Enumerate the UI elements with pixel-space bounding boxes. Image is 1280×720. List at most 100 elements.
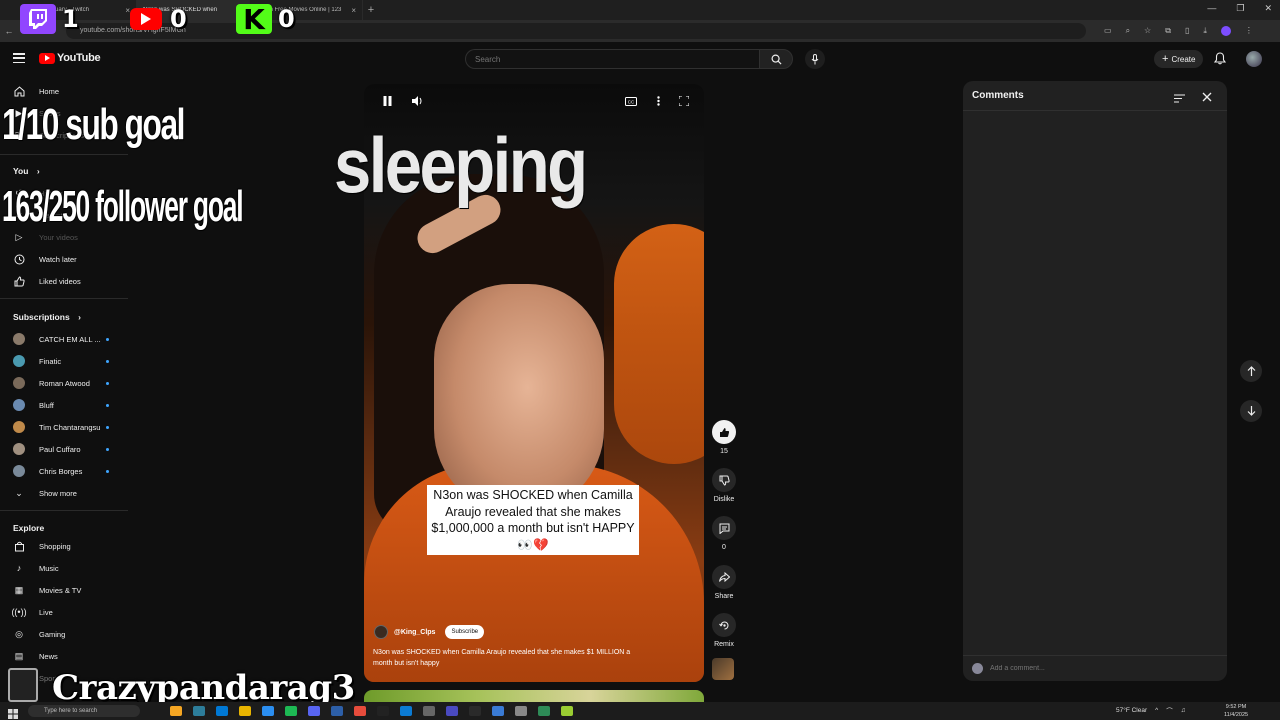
channel-name[interactable]: @King_Clps xyxy=(394,629,435,636)
taskbar-app-icon[interactable] xyxy=(423,706,435,716)
subscription-item[interactable]: Tim Chantarangsu xyxy=(0,416,128,438)
taskbar-search-input[interactable]: Type here to search xyxy=(28,705,140,717)
video-description[interactable]: N3on was SHOCKED when Camilla Araujo rev… xyxy=(373,648,633,669)
music-note-icon: ♪ xyxy=(16,563,22,573)
next-short-button[interactable] xyxy=(1240,400,1262,422)
remix-button[interactable] xyxy=(712,613,736,637)
clock-time: 9:52 PM xyxy=(1225,704,1247,710)
notifications-bell-icon[interactable] xyxy=(1213,52,1227,70)
sound-thumbnail[interactable] xyxy=(712,658,734,680)
more-options-icon[interactable] xyxy=(651,94,665,108)
sidebar-item-shopping[interactable]: Shopping xyxy=(0,535,128,557)
subscriptions-heading[interactable]: Subscriptions › xyxy=(13,312,81,322)
screen: youSoni tuary - Twitch × N3on was SHOCKE… xyxy=(0,0,1280,720)
extensions-icon[interactable]: ⧉ xyxy=(1165,26,1171,36)
taskbar-app-icon[interactable] xyxy=(446,706,458,716)
comments-button[interactable] xyxy=(712,516,736,540)
search-button[interactable] xyxy=(759,49,793,69)
sidebar-item-home[interactable]: Home xyxy=(0,80,128,102)
taskbar-app-icon[interactable] xyxy=(308,706,320,716)
you-heading[interactable]: You › xyxy=(13,166,40,176)
remix-label: Remix xyxy=(714,641,734,648)
taskbar-app-icon[interactable] xyxy=(262,706,274,716)
windows-start-icon[interactable] xyxy=(8,706,18,720)
volume-icon[interactable] xyxy=(411,94,425,108)
taskbar-app-icon[interactable] xyxy=(170,706,182,716)
browser-menu-icon[interactable]: ⋮ xyxy=(1245,26,1253,36)
bookmark-star-icon[interactable]: ☆ xyxy=(1144,26,1151,36)
pause-icon[interactable] xyxy=(380,94,394,108)
cast-icon[interactable]: ▭ xyxy=(1104,26,1112,36)
youtube-logo[interactable]: YouTube xyxy=(39,52,101,64)
subscription-item[interactable]: CATCH EM ALL ... xyxy=(0,328,128,350)
sidebar-divider xyxy=(0,510,128,511)
sidebar-item-news[interactable]: ▤ News xyxy=(0,645,128,667)
taskbar-app-icon[interactable] xyxy=(193,706,205,716)
subscription-item[interactable]: Chris Borges xyxy=(0,460,128,482)
speaker-icon[interactable]: ♫ xyxy=(1181,707,1186,714)
sidebar-item-movies[interactable]: ▦ Movies & TV xyxy=(0,579,128,601)
subscription-label: Roman Atwood xyxy=(39,378,90,388)
sidebar-item-liked-videos[interactable]: Liked videos xyxy=(0,270,128,292)
search-input[interactable] xyxy=(465,49,759,69)
taskbar-clock[interactable]: 9:52 PM 11/4/2025 xyxy=(1224,703,1248,719)
taskbar-app-icon[interactable] xyxy=(377,706,389,716)
taskbar-app-icon[interactable] xyxy=(400,706,412,716)
youtube-wordmark: YouTube xyxy=(57,52,101,64)
fullscreen-icon[interactable] xyxy=(677,94,691,108)
explore-heading: Explore xyxy=(13,523,45,533)
taskbar-app-icon[interactable] xyxy=(216,706,228,716)
minimize-icon[interactable]: — xyxy=(1207,3,1216,14)
subscription-item[interactable]: Bluff xyxy=(0,394,128,416)
channel-avatar xyxy=(13,355,25,367)
network-icon[interactable]: ⌒ xyxy=(1166,705,1173,715)
subscription-item[interactable]: Roman Atwood xyxy=(0,372,128,394)
sidebar-item-watch-later[interactable]: Watch later xyxy=(0,248,128,270)
voice-search-button[interactable] xyxy=(805,49,825,69)
sidebar-item-live[interactable]: ((•)) Live xyxy=(0,601,128,623)
share-button[interactable] xyxy=(712,565,736,589)
profile-icon[interactable] xyxy=(1220,26,1231,36)
create-button[interactable]: + Create xyxy=(1154,50,1204,68)
channel-avatar[interactable] xyxy=(374,625,388,639)
tab-close-icon[interactable]: × xyxy=(351,6,356,15)
captions-icon[interactable]: CC xyxy=(624,94,638,108)
taskbar-app-icon[interactable] xyxy=(515,706,527,716)
download-icon[interactable]: ⤓ xyxy=(1203,26,1207,36)
dislike-button[interactable] xyxy=(712,468,736,492)
url-field[interactable]: youtube.com/shorts/VHghF5IMGn xyxy=(66,23,1086,39)
taskbar-app-icon[interactable] xyxy=(538,706,550,716)
hamburger-menu-icon[interactable] xyxy=(13,53,25,63)
new-tab-button[interactable]: + xyxy=(363,4,379,16)
taskbar-app-icon[interactable] xyxy=(469,706,481,716)
taskbar-app-icon[interactable] xyxy=(285,706,297,716)
back-icon[interactable]: ← xyxy=(0,26,18,36)
add-comment-input[interactable] xyxy=(990,665,1210,672)
show-more-button[interactable]: ⌄ Show more xyxy=(0,482,128,504)
maximize-icon[interactable]: ❐ xyxy=(1236,3,1244,14)
sort-icon[interactable] xyxy=(1174,90,1185,108)
subscribe-button[interactable]: Subscribe xyxy=(445,625,485,639)
browser-toolbar-icons: ▭ ⌕ ☆ ⧉ ▯ ⤓ ⋮ xyxy=(1104,26,1253,36)
close-window-icon[interactable]: ✕ xyxy=(1264,3,1272,14)
subscription-item[interactable]: Paul Cuffaro xyxy=(0,438,128,460)
sidebar-item-gaming[interactable]: ◎ Gaming xyxy=(0,623,128,645)
weather-widget[interactable]: 57°F Clear xyxy=(1116,707,1147,714)
subscription-item[interactable]: Finatic xyxy=(0,350,128,372)
tray-chevron-icon[interactable]: ^ xyxy=(1155,707,1158,714)
previous-short-button[interactable] xyxy=(1240,360,1262,382)
taskbar-app-icon[interactable] xyxy=(354,706,366,716)
taskbar-app-icon[interactable] xyxy=(492,706,504,716)
like-button[interactable] xyxy=(712,420,736,444)
taskbar-app-icon[interactable] xyxy=(331,706,343,716)
new-content-dot xyxy=(106,469,109,473)
account-avatar[interactable] xyxy=(1246,51,1262,67)
zoom-icon[interactable]: ⌕ xyxy=(1126,26,1130,36)
sidebar-item-music[interactable]: ♪ Music xyxy=(0,557,128,579)
follower-goal-overlay: 163/250 follower goal xyxy=(2,182,244,231)
thumbs-down-icon xyxy=(719,475,730,486)
taskbar-app-icon[interactable] xyxy=(561,706,573,716)
sidebar-toggle-icon[interactable]: ▯ xyxy=(1185,26,1189,36)
taskbar-app-icon[interactable] xyxy=(239,706,251,716)
close-icon[interactable] xyxy=(1202,89,1212,107)
